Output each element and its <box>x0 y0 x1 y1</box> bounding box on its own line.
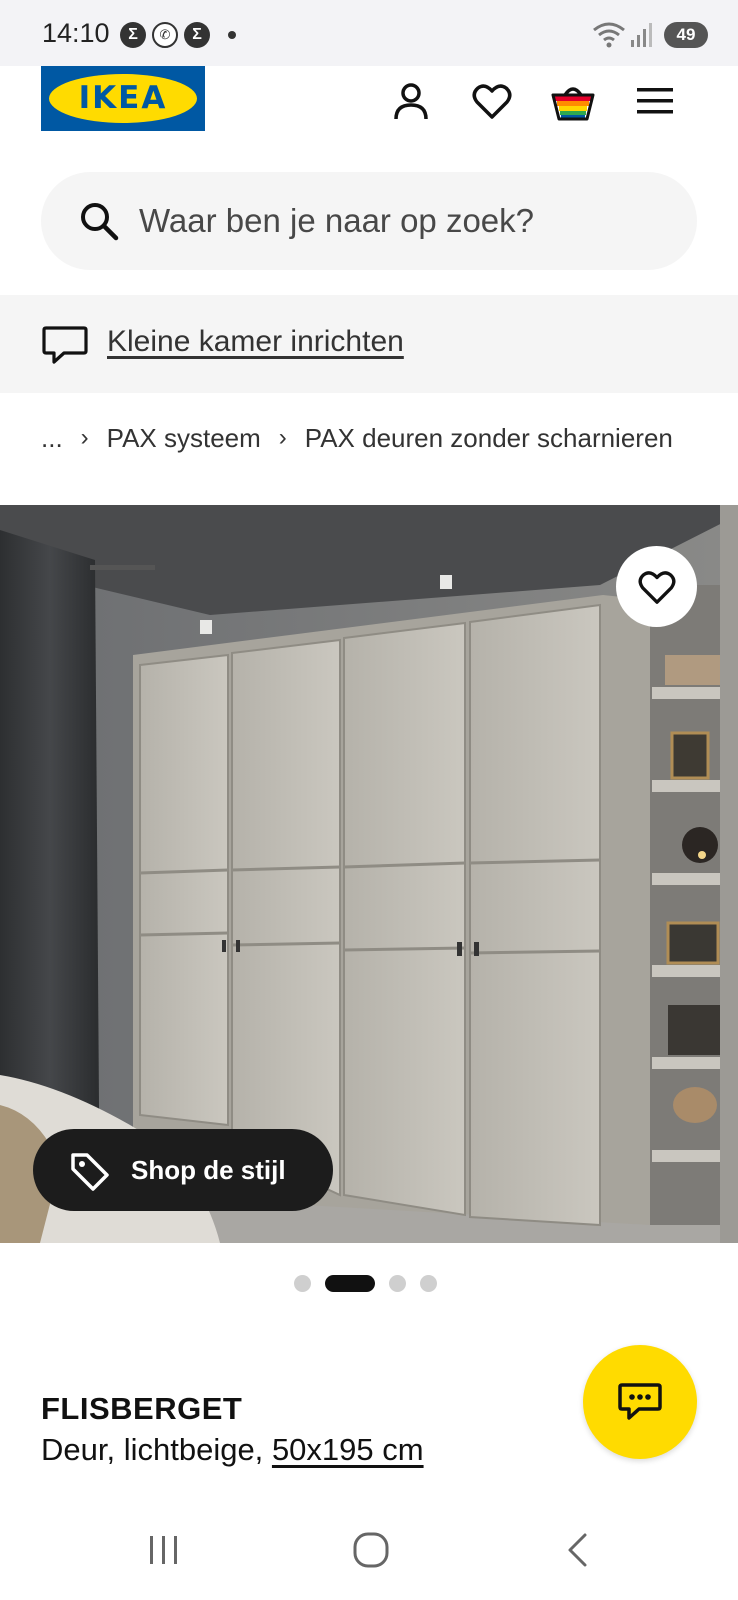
whatsapp-icon: ✆ <box>152 22 178 48</box>
search-input[interactable] <box>139 172 659 270</box>
breadcrumb-item-pax-systeem[interactable]: PAX systeem <box>107 423 261 454</box>
basket-icon[interactable] <box>548 76 598 126</box>
breadcrumb-ellipsis[interactable]: ... <box>41 423 63 454</box>
samsung-icon: Σ <box>184 22 210 48</box>
shop-the-look-button[interactable]: Shop de stijl <box>33 1129 333 1211</box>
chevron-right-icon: › <box>278 424 287 451</box>
chat-icon <box>618 1383 662 1420</box>
battery-indicator: 49 <box>664 22 708 48</box>
chevron-right-icon: › <box>80 424 89 451</box>
status-bar: 14:10 Σ ✆ Σ 49 <box>0 0 738 66</box>
back-icon[interactable] <box>548 1525 608 1575</box>
menu-icon[interactable] <box>630 76 680 126</box>
wishlist-heart-icon[interactable] <box>467 76 517 126</box>
logo-text: IKEA <box>78 80 168 116</box>
notification-dot <box>228 31 236 39</box>
product-name: FLISBERGET <box>41 1391 243 1426</box>
account-icon[interactable] <box>386 76 436 126</box>
heart-icon <box>638 570 675 604</box>
image-carousel-indicator <box>294 1274 437 1292</box>
chat-support-button[interactable] <box>583 1345 697 1459</box>
price-tag-icon <box>71 1153 109 1191</box>
inspiration-banner: Kleine kamer inrichten <box>0 295 738 393</box>
carousel-dot[interactable] <box>389 1274 406 1292</box>
home-icon[interactable] <box>341 1525 401 1575</box>
carousel-dot[interactable] <box>420 1274 437 1292</box>
product-size-link[interactable]: 50x195 cm <box>272 1432 424 1467</box>
product-type: Deur, lichtbeige, <box>41 1432 264 1467</box>
search-bar[interactable] <box>41 172 697 270</box>
site-header: IKEA <box>0 66 738 168</box>
search-icon <box>81 203 119 241</box>
chat-bubble-icon <box>42 326 88 364</box>
breadcrumb-item-pax-deuren[interactable]: PAX deuren zonder scharnieren <box>305 423 673 454</box>
system-navigation-bar <box>0 1500 738 1600</box>
wifi-icon <box>593 22 625 48</box>
shop-the-look-label: Shop de stijl <box>131 1155 286 1185</box>
recent-apps-icon[interactable] <box>134 1525 194 1575</box>
carousel-dot[interactable] <box>294 1274 311 1292</box>
carousel-dot-active[interactable] <box>325 1274 375 1292</box>
product-description: Deur, lichtbeige, 50x195 cm <box>41 1432 424 1468</box>
banner-link[interactable]: Kleine kamer inrichten <box>107 325 404 359</box>
ikea-logo[interactable]: IKEA <box>41 66 205 131</box>
add-to-wishlist-button[interactable] <box>616 546 697 627</box>
signal-icon <box>631 23 652 47</box>
status-time: 14:10 <box>42 18 110 48</box>
samsung-icon: Σ <box>120 22 146 48</box>
breadcrumb: ... › PAX systeem › PAX deuren zonder sc… <box>41 418 673 458</box>
